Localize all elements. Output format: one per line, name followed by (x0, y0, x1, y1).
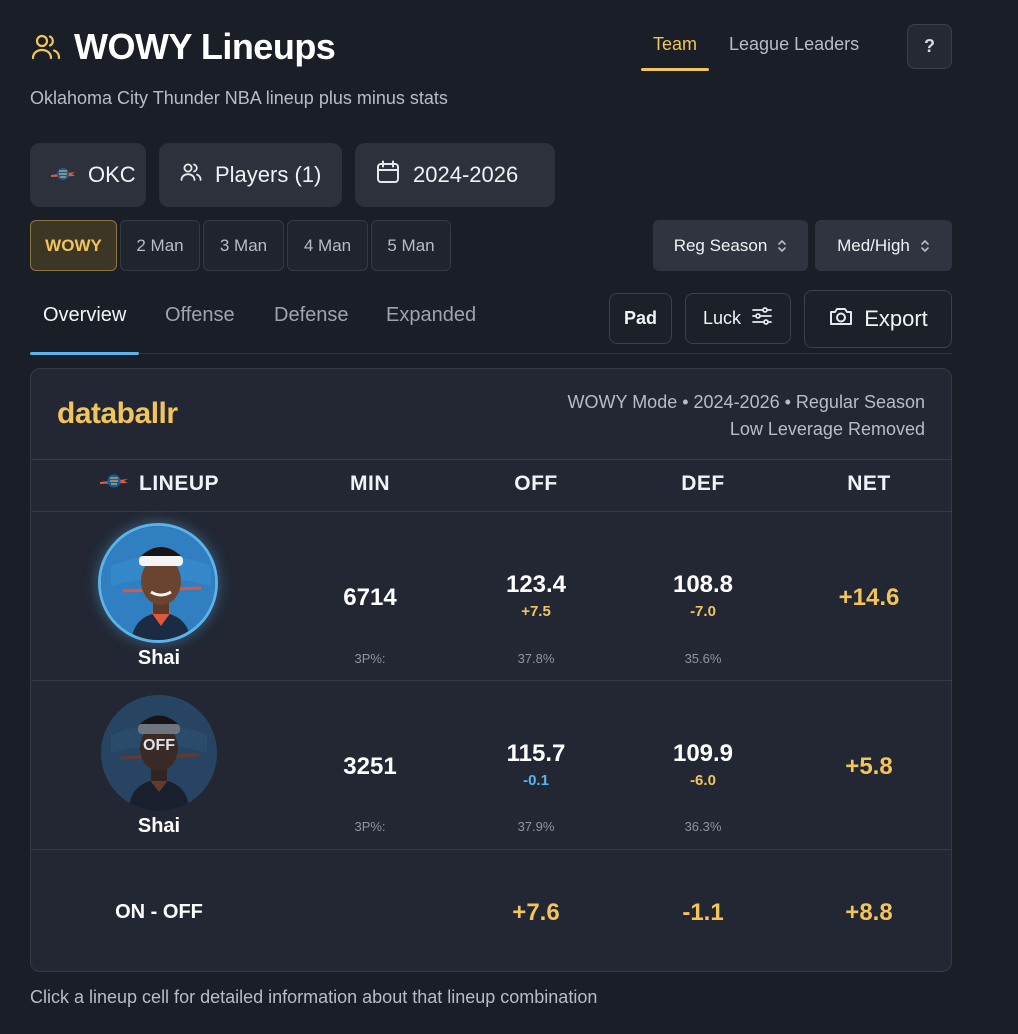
tab-league-leaders[interactable]: League Leaders (717, 24, 871, 69)
okc-logo-icon (50, 162, 76, 188)
divider (31, 511, 951, 512)
on-off-net-diff: +8.8 (845, 899, 893, 926)
sliders-icon (751, 306, 773, 331)
mode-info-line-2: Low Leverage Removed (729, 419, 925, 439)
off-rating: 123.4 (505, 571, 567, 598)
players-filter-label: Players (1) (215, 162, 322, 187)
threep-def: 36.3% (684, 819, 722, 834)
team-filter-label: OKC (88, 162, 136, 187)
off-rating: 115.7 (506, 740, 566, 767)
column-header-def: DEF (681, 472, 725, 495)
off-cell: 123.4 +7.5 (506, 571, 566, 620)
def-cell: 109.9 -6.0 (673, 740, 733, 789)
on-off-off-diff: +7.6 (512, 899, 560, 926)
users-icon (179, 160, 203, 190)
team-filter-button[interactable]: OKC (30, 143, 146, 207)
player-avatar-on (98, 523, 218, 643)
season-type-select[interactable]: Reg Season (653, 220, 808, 271)
player-name: Shai (137, 647, 181, 669)
users-icon (30, 31, 62, 63)
top-tabs: Team League Leaders (641, 24, 871, 71)
export-button[interactable]: Export (804, 290, 952, 348)
pad-label: Pad (623, 308, 657, 328)
tab-team[interactable]: Team (641, 24, 710, 71)
mode-info-line-1: WOWY Mode • 2024-2026 • Regular Season (567, 392, 925, 412)
def-delta: -7.0 (690, 603, 716, 620)
chevron-up-down-icon (777, 239, 787, 253)
min-value: 6714 (343, 584, 397, 611)
column-header-lineup-label: LINEUP (138, 472, 220, 495)
brand-logo: databallr (57, 397, 178, 430)
pad-button[interactable]: Pad (609, 293, 672, 344)
camera-icon (828, 305, 854, 333)
on-off-label: ON - OFF (115, 901, 203, 923)
page-title: WOWY Lineups (74, 26, 336, 67)
wowy-results-card: databallr WOWY Mode • 2024-2026 • Regula… (30, 368, 952, 972)
column-header-lineup: LINEUP (99, 472, 219, 496)
off-delta: +7.5 (521, 603, 551, 620)
lineup-size-2-man[interactable]: 2 Man (120, 220, 200, 271)
tab-offense[interactable]: Offense (152, 296, 248, 345)
mode-info: WOWY Mode • 2024-2026 • Regular Season L… (568, 389, 925, 443)
def-rating: 109.9 (672, 740, 734, 767)
season-filter-label: 2024-2026 (413, 162, 519, 187)
tab-defense[interactable]: Defense (261, 296, 362, 345)
threep-off: 37.8% (517, 651, 555, 666)
players-filter-button[interactable]: Players (1) (159, 143, 342, 207)
column-header-off: OFF (514, 472, 558, 495)
season-filter-button[interactable]: 2024-2026 (355, 143, 555, 207)
leverage-select[interactable]: Med/High (815, 220, 952, 271)
threep-off: 37.9% (517, 819, 555, 834)
chevron-up-down-icon (920, 239, 930, 253)
net-rating: +14.6 (838, 584, 900, 611)
threep-def: 35.6% (684, 651, 722, 666)
page-subtitle: Oklahoma City Thunder NBA lineup plus mi… (30, 88, 448, 108)
player-avatar-off: OFF (101, 695, 217, 811)
help-button[interactable]: ? (907, 24, 952, 69)
net-rating: +5.8 (845, 753, 893, 780)
threep-label: 3P%: (354, 819, 386, 834)
column-header-net: NET (847, 472, 891, 495)
divider (31, 849, 951, 850)
footer-note: Click a lineup cell for detailed informa… (30, 987, 598, 1007)
on-off-def-diff: -1.1 (682, 899, 724, 926)
calendar-icon (375, 159, 401, 191)
lineup-size-4-man[interactable]: 4 Man (287, 220, 368, 271)
title-row: WOWY Lineups (30, 26, 336, 68)
threep-label: 3P%: (354, 651, 386, 666)
export-label: Export (864, 306, 928, 331)
player-name: Shai (137, 815, 181, 837)
off-cell: 115.7 -0.1 (507, 740, 566, 789)
lineup-size-wowy[interactable]: WOWY (30, 220, 117, 271)
luck-button[interactable]: Luck (685, 293, 791, 344)
wowy-lineups-page: WOWY Lineups Oklahoma City Thunder NBA l… (0, 0, 1018, 1034)
season-type-value: Reg Season (673, 235, 768, 255)
luck-label: Luck (702, 308, 742, 328)
divider (31, 459, 951, 460)
okc-logo-icon (99, 472, 129, 496)
off-delta: -0.1 (523, 772, 549, 789)
lineup-size-3-man[interactable]: 3 Man (203, 220, 284, 271)
def-delta: -6.0 (690, 772, 716, 789)
leverage-value: Med/High (837, 235, 910, 255)
off-status-label: OFF (143, 737, 175, 754)
tab-overview[interactable]: Overview (30, 296, 140, 355)
min-value: 3251 (343, 753, 397, 780)
def-rating: 108.8 (672, 571, 734, 598)
def-cell: 108.8 -7.0 (673, 571, 733, 620)
divider (31, 680, 951, 681)
tab-expanded[interactable]: Expanded (373, 296, 489, 345)
column-header-min: MIN (350, 472, 390, 495)
lineup-size-5-man[interactable]: 5 Man (371, 220, 451, 271)
